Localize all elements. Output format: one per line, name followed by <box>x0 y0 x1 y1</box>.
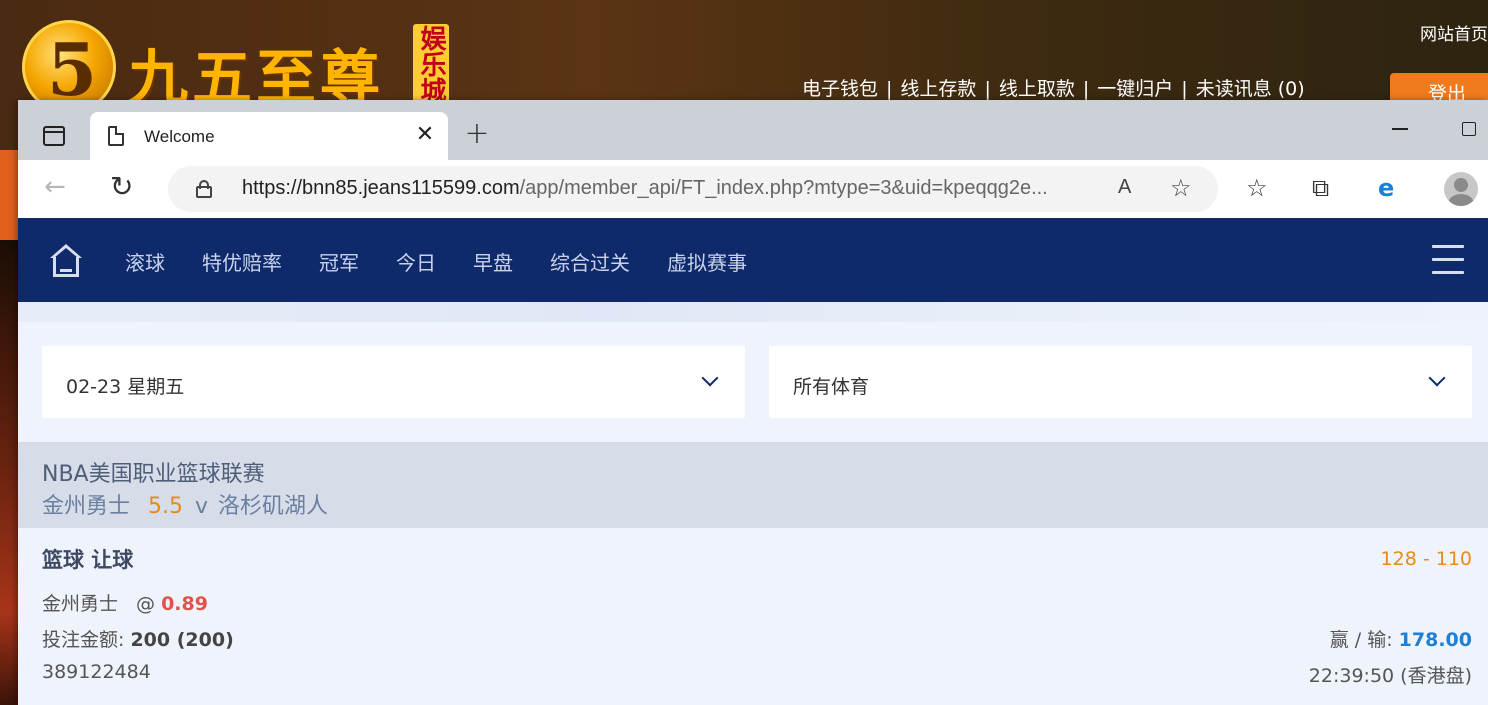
bet-time: 22:39:50 (香港盘) <box>1308 665 1472 687</box>
chevron-down-icon <box>1428 369 1446 387</box>
collections-icon[interactable]: ⧉ <box>1312 174 1329 202</box>
maximize-icon[interactable] <box>1462 122 1476 136</box>
lock-icon[interactable] <box>196 180 212 198</box>
match-teams: 金州勇士 5.5 v 洛杉矶湖人 <box>42 488 328 520</box>
nav-item-live[interactable]: 滚球 <box>125 251 165 275</box>
home-link[interactable]: 网站首页 <box>1420 20 1488 45</box>
bet-detail: 篮球 让球 128 - 110 金州勇士 @ 0.89 投注金额: 200 (20… <box>18 528 1488 705</box>
nav-item-parlay[interactable]: 综合过关 <box>550 251 630 275</box>
site-top-nav: 滚球 特优赔率 冠军 今日 早盘 综合过关 虚拟赛事 <box>18 218 1488 302</box>
profile-avatar[interactable] <box>1444 172 1478 206</box>
refresh-icon[interactable]: ↻ <box>110 170 133 203</box>
favorites-icon[interactable]: ☆ <box>1246 174 1268 202</box>
date-select[interactable]: 02-23 星期五 <box>42 346 745 418</box>
versus-label: v <box>195 494 209 519</box>
browser-window: Welcome ✕ + ← ↻ https://bnn85.jeans11559… <box>18 100 1488 705</box>
close-tab-icon[interactable]: ✕ <box>412 122 438 147</box>
nav-separator: | <box>1181 78 1188 100</box>
nav-wallet[interactable]: 电子钱包 <box>802 78 878 100</box>
away-team: 洛杉矶湖人 <box>218 494 329 519</box>
nav-withdraw[interactable]: 线上取款 <box>999 78 1075 100</box>
minimize-icon[interactable] <box>1392 128 1408 130</box>
banner-strip <box>18 302 1488 322</box>
bet-selection: 金州勇士 @ 0.89 <box>42 589 208 616</box>
back-arrow-icon[interactable]: ← <box>44 172 66 202</box>
page-content: 滚球 特优赔率 冠军 今日 早盘 综合过关 虚拟赛事 02-23 星期五 所有体育 NBA美… <box>18 218 1488 705</box>
win-loss: 赢 / 输: 178.00 <box>1330 625 1472 652</box>
nav-separator: | <box>886 78 893 100</box>
nav-item-special-odds[interactable]: 特优赔率 <box>202 251 282 275</box>
win-loss-label: 赢 / 输: <box>1329 629 1399 651</box>
nav-item-today[interactable]: 今日 <box>396 251 436 275</box>
address-bar[interactable]: https://bnn85.jeans115599.com/app/member… <box>168 166 1218 212</box>
nav-consolidate[interactable]: 一键归户 <box>1097 78 1173 100</box>
nav-separator: | <box>984 78 991 100</box>
sport-select-value: 所有体育 <box>793 376 870 398</box>
url-text[interactable]: https://bnn85.jeans115599.com/app/member… <box>242 177 1122 200</box>
home-team: 金州勇士 <box>42 494 131 519</box>
nav-item-early[interactable]: 早盘 <box>473 251 513 275</box>
background-decoration <box>0 150 18 240</box>
chevron-down-icon <box>701 369 719 387</box>
nav-links: 滚球 特优赔率 冠军 今日 早盘 综合过关 虚拟赛事 <box>125 247 784 276</box>
browser-toolbar: ← ↻ https://bnn85.jeans115599.com/app/me… <box>18 160 1488 218</box>
nav-separator: | <box>1082 78 1090 100</box>
new-tab-button[interactable]: + <box>462 116 492 151</box>
site-logo-tag: 娱乐城 <box>413 24 449 104</box>
sport-select[interactable]: 所有体育 <box>769 346 1472 418</box>
league-name: NBA美国职业篮球联赛 <box>42 462 265 487</box>
ie-mode-icon[interactable]: e <box>1378 174 1394 202</box>
date-select-value: 02-23 星期五 <box>66 376 185 398</box>
stake-value: 200 (200) <box>130 629 234 651</box>
tab-welcome[interactable]: Welcome ✕ <box>90 112 448 160</box>
handicap-value: 5.5 <box>148 494 184 519</box>
stake-amount: 投注金额: 200 (200) <box>42 625 234 652</box>
bet-type-title: 篮球 让球 <box>42 548 134 572</box>
menu-icon[interactable] <box>1432 245 1464 275</box>
match-score: 128 - 110 <box>1380 548 1472 570</box>
read-aloud-icon[interactable]: A <box>1118 176 1131 199</box>
tab-bar: Welcome ✕ + <box>18 100 1488 160</box>
ticket-id: 389122484 <box>42 661 151 683</box>
pick-team: 金州勇士 <box>42 593 119 615</box>
tab-title: Welcome <box>144 127 215 146</box>
nav-item-virtual[interactable]: 虚拟赛事 <box>667 251 747 275</box>
page-icon <box>108 126 124 146</box>
home-icon[interactable] <box>48 244 84 278</box>
add-favorite-icon[interactable]: ☆ <box>1170 174 1192 202</box>
nav-deposit[interactable]: 线上存款 <box>900 78 976 100</box>
tab-actions-icon[interactable] <box>38 124 68 150</box>
at-sign: @ <box>136 593 156 615</box>
nav-messages[interactable]: 未读讯息 (0) <box>1196 78 1305 100</box>
odds-value: 0.89 <box>161 593 208 615</box>
win-loss-value: 178.00 <box>1398 629 1472 651</box>
stake-label: 投注金额: <box>42 629 131 651</box>
nav-item-outright[interactable]: 冠军 <box>319 251 359 275</box>
match-header: NBA美国职业篮球联赛 金州勇士 5.5 v 洛杉矶湖人 <box>18 442 1488 528</box>
background-decoration <box>0 240 18 705</box>
account-nav: 电子钱包 | 线上存款 | 线上取款 | 一键归户 | 未读讯息 (0) <box>802 74 1305 101</box>
